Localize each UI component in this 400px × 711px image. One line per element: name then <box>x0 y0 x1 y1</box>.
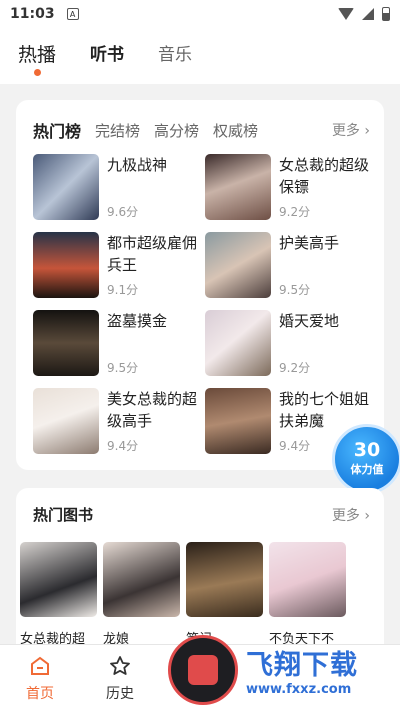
book-cover <box>205 310 271 376</box>
rank-tab-finished[interactable]: 完结榜 <box>95 120 140 141</box>
book-item[interactable]: 护美高手 9.5分 <box>205 232 375 302</box>
book-score: 9.5分 <box>279 283 311 297</box>
chevron-right-icon: › <box>364 507 370 524</box>
book-cover <box>33 388 99 454</box>
book-title: 女总裁的超级保镖 <box>279 156 370 196</box>
status-time: 11:03 <box>10 6 55 22</box>
home-icon <box>27 653 53 679</box>
rank-tab-authority[interactable]: 权威榜 <box>213 120 258 141</box>
stamina-value: 30 <box>353 439 381 461</box>
status-icons <box>338 7 390 21</box>
tab-hot[interactable]: 热播 <box>18 40 57 76</box>
book-cover <box>33 232 99 298</box>
hot-book-cover[interactable] <box>269 542 346 617</box>
hot-books-more-link[interactable]: 更多 › <box>332 505 370 525</box>
book-title: 美女总裁的超级高手 <box>107 390 198 430</box>
watermark-title: 飞翔下载 <box>246 649 358 681</box>
stamina-label: 体力值 <box>350 463 384 476</box>
book-item[interactable]: 婚天爱地 9.2分 <box>205 310 375 380</box>
wifi-icon <box>338 8 354 20</box>
book-score: 9.2分 <box>279 205 311 219</box>
nav-history-label: 历史 <box>106 686 134 702</box>
star-icon <box>107 653 133 679</box>
watermark-url: www.fxxz.com <box>246 681 352 697</box>
ranking-more-label: 更多 <box>331 123 360 139</box>
hot-book-cover[interactable] <box>103 542 180 617</box>
book-score: 9.1分 <box>107 283 139 297</box>
battery-icon <box>382 7 390 21</box>
book-cover <box>33 310 99 376</box>
sim-icon: A <box>66 8 79 20</box>
rank-tab-hot[interactable]: 热门榜 <box>33 118 81 142</box>
book-item[interactable]: 盗墓摸金 9.5分 <box>33 310 203 380</box>
tab-audiobook[interactable]: 听书 <box>90 40 124 65</box>
ranking-more-link[interactable]: 更多 › <box>332 120 370 140</box>
hot-books-title: 热门图书 <box>33 506 94 524</box>
top-tabs: 热播 听书 音乐 <box>0 28 400 84</box>
stamina-badge[interactable]: 30 体力值 <box>332 424 400 494</box>
book-score: 9.6分 <box>107 205 139 219</box>
watermark-logo-icon <box>168 634 238 705</box>
book-title: 婚天爱地 <box>279 312 340 330</box>
hot-books-covers <box>20 542 346 617</box>
book-cover <box>205 388 271 454</box>
book-item[interactable]: 女总裁的超级保镖 9.2分 <box>205 154 375 224</box>
hot-books-header: 热门图书 更多 › <box>16 488 384 525</box>
nav-history[interactable]: 历史 <box>80 645 160 711</box>
book-cover <box>33 154 99 220</box>
book-item[interactable]: 美女总裁的超级高手 9.4分 <box>33 388 203 458</box>
tab-active-dot <box>34 69 41 76</box>
tab-hot-label: 热播 <box>18 44 57 66</box>
nav-home-label: 首页 <box>26 686 54 702</box>
signal-icon <box>362 8 374 20</box>
book-title: 盗墓摸金 <box>107 312 168 330</box>
chevron-right-icon: › <box>364 123 370 139</box>
ranking-card: 热门榜 完结榜 高分榜 权威榜 更多 › 九极战神 9.6分 女总裁的超级保镖 … <box>16 100 384 470</box>
hot-books-more-label: 更多 <box>331 507 360 524</box>
rank-tab-high-score[interactable]: 高分榜 <box>154 120 199 141</box>
nav-home[interactable]: 首页 <box>0 645 80 711</box>
book-title: 九极战神 <box>107 156 168 174</box>
book-score: 9.5分 <box>107 361 139 375</box>
hot-book-cover[interactable] <box>186 542 263 617</box>
status-bar: 11:03 A <box>0 0 400 28</box>
hot-book-cover[interactable] <box>20 542 97 617</box>
book-cover <box>205 232 271 298</box>
book-title: 都市超级雇佣兵王 <box>107 234 198 274</box>
book-cover <box>205 154 271 220</box>
ranking-tabs: 热门榜 完结榜 高分榜 权威榜 更多 › <box>16 100 384 142</box>
book-score: 9.4分 <box>107 439 139 453</box>
book-item[interactable]: 九极战神 9.6分 <box>33 154 203 224</box>
book-item[interactable]: 都市超级雇佣兵王 9.1分 <box>33 232 203 302</box>
watermark: 飞翔下载 www.fxxz.com <box>168 628 400 711</box>
book-score: 9.2分 <box>279 361 311 375</box>
book-title: 护美高手 <box>279 234 340 252</box>
tab-music[interactable]: 音乐 <box>158 40 192 65</box>
